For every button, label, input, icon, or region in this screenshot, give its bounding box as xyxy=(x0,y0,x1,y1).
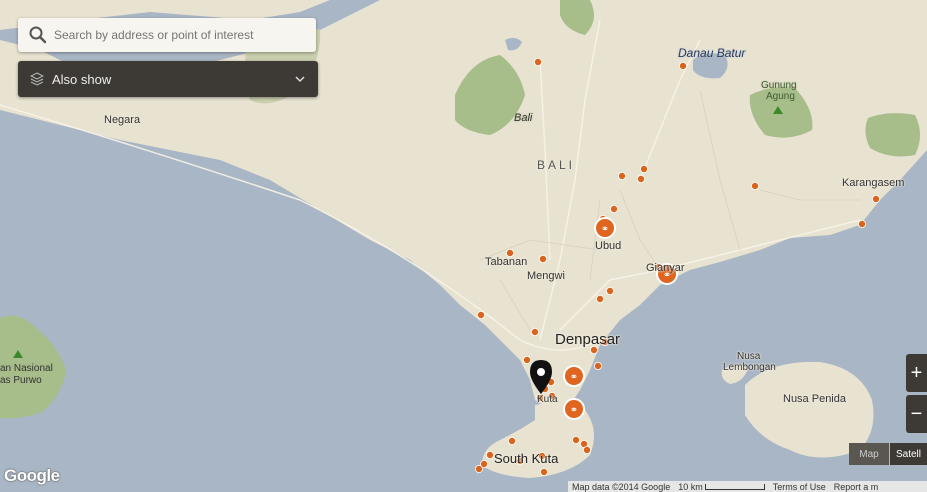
region-label-bali: BALI xyxy=(537,158,576,172)
also-show-label: Also show xyxy=(52,71,112,87)
attraction-marker-sanur[interactable]: ⚭ xyxy=(563,365,585,387)
poi-dot[interactable] xyxy=(594,361,603,370)
lake-label-danau-batur: Danau Batur xyxy=(678,46,746,60)
svg-text:⚭: ⚭ xyxy=(570,372,578,383)
search-icon xyxy=(29,26,47,44)
poi-dot[interactable] xyxy=(872,194,881,203)
report-link[interactable]: Report a m xyxy=(830,482,883,492)
place-label-agung: Agung xyxy=(766,91,795,102)
poi-dot[interactable] xyxy=(610,204,619,213)
also-show-dropdown[interactable]: Also show xyxy=(18,61,318,97)
map-footer: Map data ©2014 Google 10 km Terms of Use… xyxy=(568,481,927,492)
map-type-satellite-button[interactable]: Satell xyxy=(890,443,927,465)
poi-dot[interactable] xyxy=(637,174,646,183)
poi-dot[interactable] xyxy=(618,171,627,180)
poi-dot[interactable] xyxy=(751,181,760,190)
poi-dot[interactable] xyxy=(572,435,581,444)
chevron-down-icon xyxy=(295,76,305,83)
zoom-in-button[interactable]: + xyxy=(906,354,927,392)
search-box[interactable] xyxy=(18,18,316,52)
place-label-denpasar: Denpasar xyxy=(555,331,621,348)
forest-east xyxy=(865,113,920,157)
scale-label: 10 km xyxy=(674,482,769,492)
poi-dot[interactable] xyxy=(476,310,485,319)
place-label-alas-purwo: as Purwo xyxy=(0,375,42,386)
poi-dot[interactable] xyxy=(534,58,543,67)
place-label-south-kuta: South Kuta xyxy=(494,451,559,466)
poi-dot[interactable] xyxy=(606,286,615,295)
terms-link[interactable]: Terms of Use xyxy=(769,482,830,492)
place-label-karangasem: Karangasem xyxy=(842,177,905,189)
zoom-out-button[interactable]: − xyxy=(906,395,927,433)
poi-dot[interactable] xyxy=(583,445,592,454)
place-label-mengwi: Mengwi xyxy=(527,270,565,282)
poi-dot[interactable] xyxy=(474,464,483,473)
svg-text:⚭: ⚭ xyxy=(570,405,578,416)
place-label-nusa-penida: Nusa Penida xyxy=(783,393,846,405)
place-label-lembongan: Lembongan xyxy=(723,362,776,373)
poi-dot[interactable] xyxy=(523,355,532,364)
poi-dot[interactable] xyxy=(531,327,540,336)
poi-dot[interactable] xyxy=(858,219,867,228)
poi-dot[interactable] xyxy=(596,294,605,303)
poi-dot[interactable] xyxy=(540,467,549,476)
place-label-ubud: Ubud xyxy=(595,240,622,252)
map-data-attribution: Map data ©2014 Google xyxy=(572,481,671,492)
place-label-gunung: Gunung xyxy=(761,80,797,91)
poi-dot[interactable] xyxy=(485,450,494,459)
poi-dot[interactable] xyxy=(640,164,649,173)
place-label-bali-italic: Bali xyxy=(514,112,533,124)
place-label-negara: Negara xyxy=(104,114,141,126)
layers-icon xyxy=(30,72,44,86)
poi-dot[interactable] xyxy=(539,254,548,263)
scale-text: 10 km xyxy=(678,481,703,492)
search-input[interactable] xyxy=(52,27,306,43)
place-label-gianyar: Gianyar xyxy=(646,262,685,274)
map-type-map-button[interactable]: Map xyxy=(849,443,889,465)
svg-text:⚭: ⚭ xyxy=(601,224,609,235)
poi-dot[interactable] xyxy=(679,62,688,71)
place-label-taman-nasional: an Nasional xyxy=(0,363,53,374)
attraction-marker-benoa[interactable]: ⚭ xyxy=(563,398,585,420)
place-label-nusa: Nusa xyxy=(737,351,761,362)
google-logo: Google xyxy=(4,466,60,485)
scale-bar xyxy=(704,483,765,490)
poi-dot[interactable] xyxy=(507,436,516,445)
place-label-tabanan: Tabanan xyxy=(485,256,528,268)
attraction-marker-ubud[interactable]: ⚭ xyxy=(594,217,616,239)
place-label-kuta: Kuta xyxy=(537,394,558,405)
